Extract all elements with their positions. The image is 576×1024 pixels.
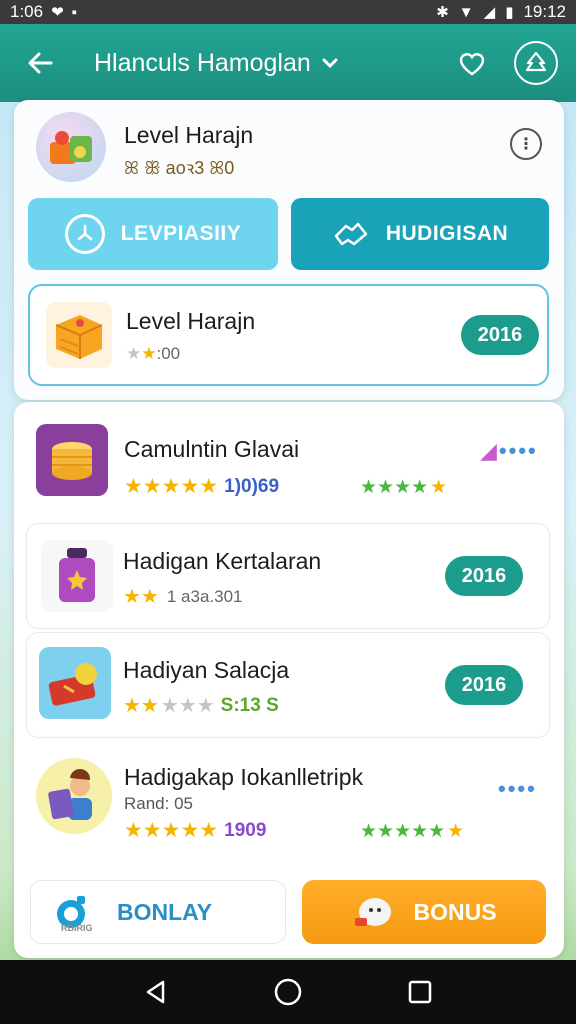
featured-rating: ★★:00 — [126, 344, 181, 363]
list-item[interactable]: Camulntin Glavai ★★★★★ 1)0)69 ★★★★ ★ ◢•••… — [14, 402, 564, 520]
star-icon: ★★ — [123, 586, 159, 608]
list-item[interactable]: Hadiyan Salacja ★★ ★★★ S:13 S 2016 — [26, 632, 550, 738]
cake-icon — [55, 315, 103, 359]
bonus-button[interactable]: BONUS — [302, 880, 546, 944]
item-title: Hadigan Kertalaran — [123, 548, 322, 574]
item-subtitle: Rand: 05 — [124, 794, 193, 813]
status-time: 1:06 — [10, 2, 44, 21]
battery-icon: ▮ — [505, 3, 514, 21]
item-title: Hadigakap Iokanlletripk — [124, 764, 364, 790]
bluetooth-icon: ✱ — [436, 3, 449, 21]
bonlay-sublabel: RBIRIG — [61, 923, 93, 933]
more-options-button[interactable]: ⋮ — [510, 128, 542, 160]
rating-stars: ★★ 1 a3a.301 — [123, 584, 243, 609]
item-score: 1909 — [224, 819, 267, 841]
bonus-label: BONUS — [413, 898, 497, 925]
item-badge[interactable]: 2016 — [445, 556, 523, 596]
status-clock: 19:12 — [523, 2, 566, 21]
item-title: Hadiyan Salacja — [123, 657, 290, 683]
star-icon: ★ — [430, 477, 448, 498]
item-score: 1)0)69 — [224, 475, 280, 497]
featured-title: Level Harajn — [126, 308, 256, 334]
wifi-icon: ▼ — [458, 3, 474, 21]
rating-stars: ★★★★★ 1909 — [124, 818, 266, 843]
heart-notification-icon: ❤ — [51, 3, 64, 21]
featured-level-item[interactable]: Level Harajn ★★:00 2016 — [28, 284, 549, 386]
more-dots-icon[interactable]: •••• — [498, 776, 537, 802]
heart-search-icon — [459, 53, 485, 76]
level-avatar — [36, 112, 106, 182]
nav-recents-button[interactable] — [400, 972, 440, 1012]
handshake-icon — [334, 222, 368, 246]
tab-hudigisan[interactable]: HUDIGISAN — [291, 198, 549, 270]
treasure-thumbnail — [39, 647, 111, 719]
star-icon: ★★★ — [160, 695, 215, 717]
signal-icon: ◢ — [483, 3, 496, 21]
featured-badge[interactable]: 2016 — [461, 315, 539, 355]
bonlay-label: BONLAY — [117, 898, 212, 925]
title-dropdown[interactable]: Hlanculs Hamoglan — [94, 49, 339, 78]
more-dots-icon[interactable]: ◢•••• — [480, 438, 538, 464]
treasure-chest-icon — [48, 663, 97, 706]
square-recents-icon — [408, 980, 432, 1004]
tab-levpiasiiy[interactable]: LEVPIASIIY — [28, 198, 278, 270]
triangle-back-icon — [146, 980, 165, 1004]
list-item[interactable]: Hadigakap Iokanlletripk Rand: 05 ★★★★★ 1… — [14, 742, 564, 862]
star-icon: ★★★★★ — [124, 475, 219, 498]
bonlay-button[interactable]: BONLAY RBIRIG — [30, 880, 286, 944]
page-title: Hlanculs Hamoglan — [94, 48, 311, 77]
circle-home-icon — [274, 978, 302, 1006]
nav-home-button[interactable] — [268, 972, 308, 1012]
bonus-stars: ★★★★★ ★ — [360, 820, 464, 843]
rating-stars: ★★ ★★★ S:13 S — [123, 693, 279, 718]
item-badge[interactable]: 2016 — [445, 665, 523, 705]
tree-icon — [525, 51, 547, 72]
star-icon: ★ — [141, 344, 157, 363]
potion-jar-icon — [59, 548, 95, 602]
list-item[interactable]: Hadigan Kertalaran ★★ 1 a3a.301 2016 — [26, 523, 550, 629]
gift-bag-icon — [355, 898, 392, 926]
item-score: S:13 S — [220, 694, 279, 716]
back-button[interactable] — [18, 41, 62, 85]
levels-list: Camulntin Glavai ★★★★★ 1)0)69 ★★★★ ★ ◢•••… — [14, 402, 564, 958]
nav-back-button[interactable] — [136, 972, 176, 1012]
level-header-card: Level Harajn ꕤ ꕥ aoꝛ3 ꕤ0 ⋮ LEVPIASIIY HU… — [14, 100, 564, 400]
clock-icon — [64, 214, 105, 254]
avatar — [36, 758, 112, 834]
star-icon: ★★★★★ — [124, 819, 219, 842]
sd-card-icon: ▪ — [71, 3, 77, 21]
chevron-down-icon — [322, 58, 338, 69]
star-icon: ★ — [126, 344, 142, 363]
favorite-button[interactable] — [450, 41, 494, 85]
item-title: Camulntin Glavai — [124, 436, 300, 462]
rating-stars: ★★★★★ 1)0)69 — [124, 474, 279, 499]
tree-button[interactable] — [514, 41, 558, 85]
coins-icon — [52, 442, 92, 480]
item-subtitle: 1 a3a.301 — [166, 586, 243, 606]
kid-with-tablet-icon — [48, 768, 92, 820]
level-title: Level Harajn — [124, 122, 254, 148]
arrow-left-icon — [28, 52, 53, 74]
featured-thumbnail — [46, 302, 112, 368]
tab-label: LEVPIASIIY — [120, 222, 242, 245]
bonus-stars: ★★★★ ★ — [360, 476, 447, 499]
star-icon: ★ — [447, 821, 465, 842]
potion-thumbnail — [41, 540, 113, 612]
star-icon: ★★★★★ — [360, 821, 446, 842]
app-bar: Hlanculs Hamoglan — [0, 24, 576, 102]
tab-label: HUDIGISAN — [385, 222, 509, 245]
vegetable-basket-icon — [50, 131, 92, 164]
coins-thumbnail — [36, 424, 108, 496]
level-subtitle: ꕤ ꕥ aoꝛ3 ꕤ0 — [124, 158, 235, 178]
star-icon: ★★★★ — [360, 477, 429, 498]
status-bar: 1:06 ❤ ▪ ✱ ▼ ◢ ▮ 19:12 — [0, 0, 576, 24]
more-vertical-icon: ⋮ — [518, 136, 534, 153]
star-icon: ★★ — [123, 695, 159, 717]
system-nav-bar — [0, 960, 576, 1024]
